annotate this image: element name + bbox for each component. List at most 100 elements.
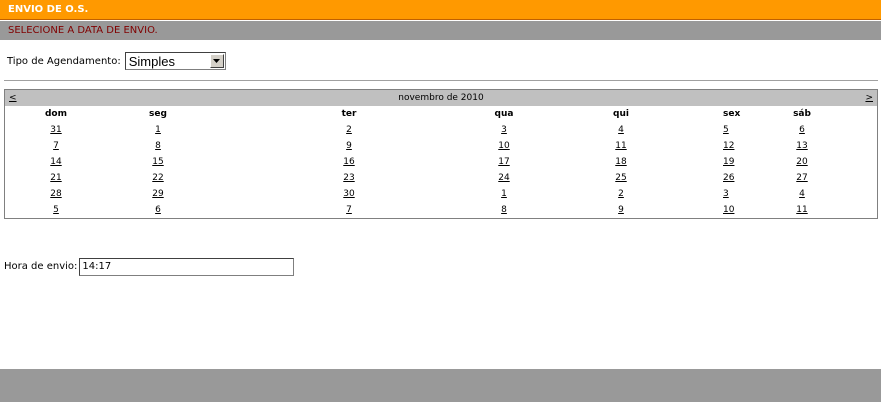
calendar-day-cell: 9 xyxy=(519,202,723,218)
calendar-day-cell: 20 xyxy=(725,154,879,170)
calendar-day-cell: 3 xyxy=(489,122,519,138)
calendar-day-link[interactable]: 14 xyxy=(50,157,61,167)
calendar-day-link[interactable]: 4 xyxy=(799,189,805,199)
calendar-day-link[interactable]: 5 xyxy=(53,205,59,215)
calendar-week-row: 7 8 9 10 11 12 13 xyxy=(5,138,879,154)
tipo-agendamento-value: Simples xyxy=(128,53,175,69)
calendar-week-row: 28 29 30 1 2 3 4 xyxy=(5,186,879,202)
calendar-day-cell: 18 xyxy=(519,154,723,170)
calendar-day-cell: 6 xyxy=(107,202,209,218)
prev-month-link[interactable]: < xyxy=(9,90,17,106)
calendar-day-cell: 29 xyxy=(107,186,209,202)
calendar-day-link[interactable]: 18 xyxy=(615,157,626,167)
calendar-day-link[interactable]: 15 xyxy=(152,157,163,167)
calendar-day-cell: 22 xyxy=(107,170,209,186)
calendar-day-cell: 7 xyxy=(209,202,489,218)
calendar-day-link[interactable]: 6 xyxy=(799,125,805,135)
calendar-day-link[interactable]: 26 xyxy=(723,173,734,183)
calendar-day-link[interactable]: 1 xyxy=(155,125,161,135)
calendar-day-link[interactable]: 29 xyxy=(152,189,163,199)
calendar-day-cell: 6 xyxy=(725,122,879,138)
calendar-day-link[interactable]: 1 xyxy=(501,189,507,199)
calendar-day-link[interactable]: 2 xyxy=(346,125,352,135)
calendar-day-cell: 14 xyxy=(5,154,107,170)
calendar-day-link[interactable]: 21 xyxy=(50,173,61,183)
calendar-day-cell: 11 xyxy=(725,202,879,218)
calendar-day-link[interactable]: 11 xyxy=(615,141,626,151)
calendar-day-link[interactable]: 22 xyxy=(152,173,163,183)
calendar-day-link[interactable]: 3 xyxy=(723,189,729,199)
calendar-day-link[interactable]: 6 xyxy=(155,205,161,215)
calendar-week-row: 21 22 23 24 25 26 27 xyxy=(5,170,879,186)
calendar-day-link[interactable]: 25 xyxy=(615,173,626,183)
calendar-day-link[interactable]: 2 xyxy=(618,189,624,199)
calendar-day-cell: 15 xyxy=(107,154,209,170)
page-subtitle-bar: SELECIONE A DATA DE ENVIO. xyxy=(0,21,881,40)
calendar-month-label: novembro de 2010 xyxy=(398,93,484,103)
calendar-day-cell: 10 xyxy=(489,138,519,154)
calendar-day-cell: 8 xyxy=(107,138,209,154)
calendar-day-link[interactable]: 31 xyxy=(50,125,61,135)
calendar-day-cell: 2 xyxy=(519,186,723,202)
calendar-grid: dom seg ter qua qui sex sáb 31 1 2 3 4 5… xyxy=(5,106,879,218)
calendar-day-link[interactable]: 5 xyxy=(723,125,729,135)
weekday-qua: qua xyxy=(494,109,514,119)
calendar-day-link[interactable]: 4 xyxy=(618,125,624,135)
calendar-day-cell: 27 xyxy=(725,170,879,186)
calendar-day-link[interactable]: 8 xyxy=(501,205,507,215)
next-month-link[interactable]: > xyxy=(865,90,873,106)
tipo-agendamento-row: Tipo de Agendamento: Simples xyxy=(7,51,226,71)
calendar-day-link[interactable]: 11 xyxy=(796,205,807,215)
weekday-ter: ter xyxy=(341,109,357,119)
calendar-header: < novembro de 2010 > xyxy=(5,90,877,106)
calendar-day-link[interactable]: 7 xyxy=(53,141,59,151)
calendar-day-cell: 1 xyxy=(489,186,519,202)
calendar-day-cell: 4 xyxy=(519,122,723,138)
calendar-day-link[interactable]: 24 xyxy=(498,173,509,183)
calendar-day-cell: 11 xyxy=(519,138,723,154)
dropdown-button[interactable] xyxy=(209,54,224,68)
calendar-day-link[interactable]: 10 xyxy=(498,141,509,151)
tipo-agendamento-select[interactable]: Simples xyxy=(124,52,226,70)
tipo-agendamento-label: Tipo de Agendamento: xyxy=(7,55,121,67)
calendar-day-cell: 28 xyxy=(5,186,107,202)
calendar-day-link[interactable]: 12 xyxy=(723,141,734,151)
calendar-day-link[interactable]: 8 xyxy=(155,141,161,151)
calendar-day-cell: 9 xyxy=(209,138,489,154)
calendar-day-link[interactable]: 9 xyxy=(618,205,624,215)
calendar-day-cell: 25 xyxy=(519,170,723,186)
calendar-day-link[interactable]: 28 xyxy=(50,189,61,199)
calendar-day-link[interactable]: 30 xyxy=(343,189,354,199)
page-title: ENVIO DE O.S. xyxy=(8,4,89,15)
page-subtitle: SELECIONE A DATA DE ENVIO. xyxy=(8,25,158,36)
weekday-seg: seg xyxy=(149,109,167,119)
calendar-day-cell: 2 xyxy=(209,122,489,138)
calendar-day-link[interactable]: 16 xyxy=(343,157,354,167)
chevron-down-icon xyxy=(213,59,221,63)
hora-envio-input[interactable]: 14:17 xyxy=(79,257,295,276)
calendar-day-link[interactable]: 20 xyxy=(796,157,807,167)
calendar-day-link[interactable]: 17 xyxy=(498,157,509,167)
calendar-day-link[interactable]: 13 xyxy=(796,141,807,151)
hora-envio-label: Hora de envio: xyxy=(4,261,78,272)
calendar-day-cell: 17 xyxy=(489,154,519,170)
calendar-week-row: 14 15 16 17 18 19 20 xyxy=(5,154,879,170)
calendar-day-link[interactable]: 3 xyxy=(501,125,507,135)
page-title-bar: ENVIO DE O.S. xyxy=(0,0,881,20)
calendar: < novembro de 2010 > dom seg ter qua qui… xyxy=(4,89,878,219)
calendar-day-link[interactable]: 27 xyxy=(796,173,807,183)
calendar-day-link[interactable]: 7 xyxy=(346,205,352,215)
divider xyxy=(4,80,878,82)
calendar-day-cell: 21 xyxy=(5,170,107,186)
calendar-day-link[interactable]: 23 xyxy=(343,173,354,183)
calendar-day-cell: 24 xyxy=(489,170,519,186)
calendar-day-cell: 23 xyxy=(209,170,489,186)
calendar-day-link[interactable]: 9 xyxy=(346,141,352,151)
calendar-day-link[interactable]: 10 xyxy=(723,205,734,215)
calendar-day-link[interactable]: 19 xyxy=(723,157,734,167)
weekday-dom: dom xyxy=(44,109,67,119)
footer-bar xyxy=(0,369,881,402)
weekday-sab: sáb xyxy=(793,109,811,119)
calendar-day-cell: 7 xyxy=(5,138,107,154)
calendar-week-row: 31 1 2 3 4 5 6 xyxy=(5,122,879,138)
